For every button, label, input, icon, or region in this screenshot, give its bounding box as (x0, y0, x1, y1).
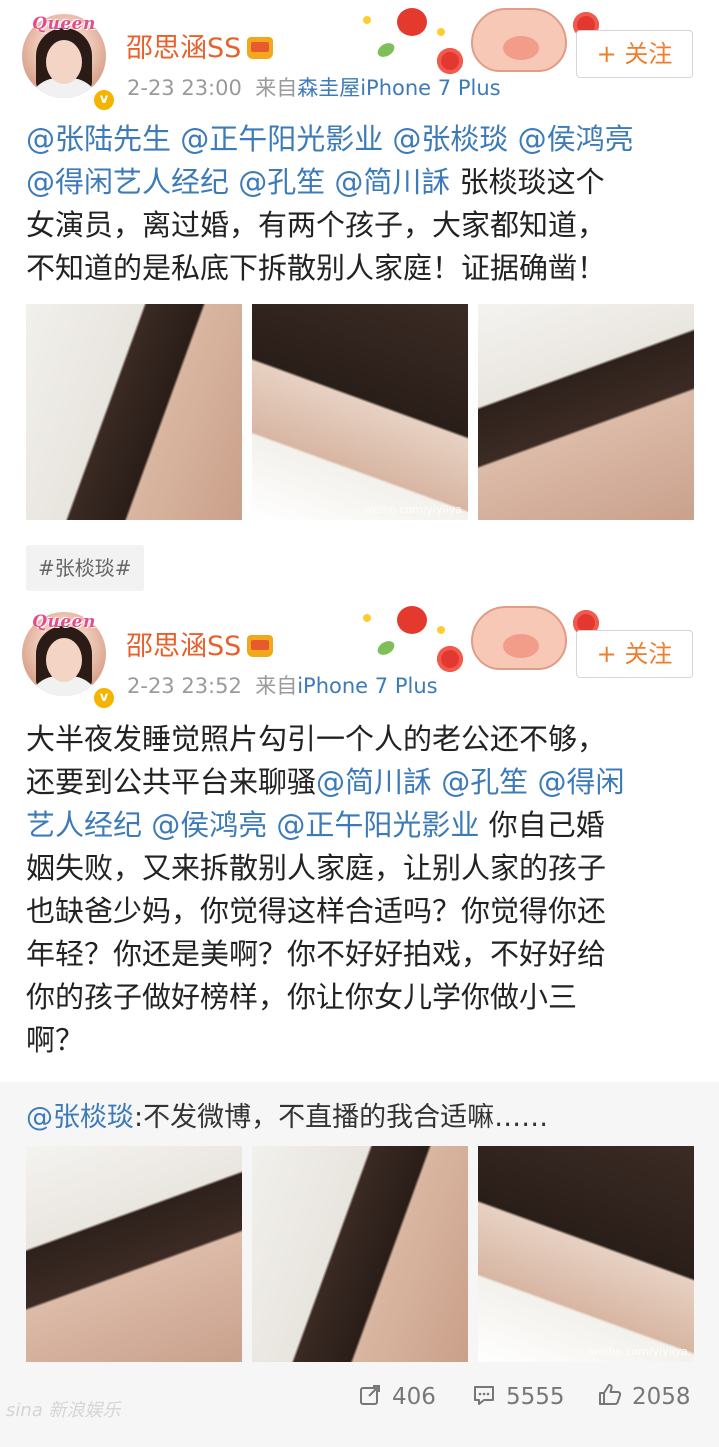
post-text-segment: 女演员，离过婚，有两个孩子，大家都知道， (26, 208, 607, 242)
comment-icon (474, 1386, 494, 1405)
post-text-segment: 年轻？你还是美啊？你不好好拍戏，不好好给 (26, 937, 607, 971)
post-text-segment: 姻失败，又来拆散别人家庭，让别人家的孩子 (26, 851, 607, 885)
photo-thumbnail[interactable] (252, 1146, 468, 1362)
photo-watermark: weibo.com/yiyiiya (363, 503, 462, 516)
repost-icon (360, 1385, 380, 1405)
apple-icon (397, 606, 427, 634)
verified-badge-icon: v (92, 88, 116, 112)
sina-watermark: sina 新浪娱乐 (6, 1400, 121, 1421)
mention-link[interactable]: @得闲艺人经纪 @孔笙 @简川訸 (26, 165, 450, 199)
repost-author[interactable]: @张棪琰 (26, 1102, 134, 1133)
photo-thumbnail[interactable]: weibo.com/yiyiiya (478, 1146, 694, 1362)
post-text-line: 女演员，离过婚，有两个孩子，大家都知道， (26, 204, 698, 247)
post-text-line: @得闲艺人经纪 @孔笙 @简川訸 张棪琰这个 (26, 161, 698, 204)
post-text-line: 年轻？你还是美啊？你不好好拍戏，不好好给 (26, 933, 698, 976)
avatar-queen-text: Queen (32, 14, 96, 34)
post-time: 2-23 23:52 (127, 674, 242, 698)
repost-card[interactable]: @张棪琰:不发微博，不直播的我合适嘛…… weibo.com/yiyiiya s… (0, 1082, 719, 1447)
post-text-segment: 你的孩子做好榜样，你让你女儿学你做小三 (26, 980, 578, 1014)
pig-icon (471, 606, 567, 670)
post-text-line: 姻失败，又来拆散别人家庭，让别人家的孩子 (26, 847, 698, 890)
username-text[interactable]: 邵思涵SS (126, 33, 241, 64)
post-text-line: 大半夜发睡觉照片勾引一个人的老公还不够， (26, 718, 698, 761)
crown-icon (247, 37, 274, 59)
crown-icon (247, 635, 274, 657)
photo-thumbnail[interactable] (26, 1146, 242, 1362)
topic-tag[interactable]: #张棪琰# (26, 545, 144, 591)
flower-icon (437, 48, 463, 74)
follow-button[interactable]: + 关注 (576, 30, 693, 78)
thumbs-up-icon (599, 1384, 622, 1405)
post-text-segment: 大半夜发睡觉照片勾引一个人的老公还不够， (26, 722, 607, 756)
post-text-line: 还要到公共平台来聊骚@简川訸 @孔笙 @得闲 (26, 761, 698, 804)
repost-body: :不发微博，不直播的我合适嘛…… (134, 1102, 549, 1133)
post-time: 2-23 23:00 (127, 76, 242, 100)
mention-link[interactable]: 艺人经纪 @侯鸿亮 @正午阳光影业 (26, 808, 479, 842)
mention-link[interactable]: @张陆先生 @正午阳光影业 @张棪琰 @侯鸿亮 (26, 122, 634, 156)
photo-watermark: weibo.com/yiyiiya (589, 1345, 688, 1358)
photo-grid: weibo.com/yiyiiya (26, 1146, 694, 1362)
post-text-segment: 还要到公共平台来聊骚 (26, 765, 317, 799)
topic-area: #张棪琰# (0, 540, 719, 598)
repost-text: @张棪琰:不发微博，不直播的我合适嘛…… (26, 1098, 548, 1138)
weibo-post-1: Queen v 邵思涵SS 2-23 23:00 来自森圭屋iPhone 7 P… (0, 0, 719, 540)
repost-count: 406 (392, 1384, 436, 1410)
username[interactable]: 邵思涵SS (126, 624, 274, 663)
like-action[interactable]: 2058 (598, 1377, 691, 1417)
photo-thumbnail[interactable] (26, 304, 242, 520)
username[interactable]: 邵思涵SS (126, 26, 274, 65)
username-text[interactable]: 邵思涵SS (126, 631, 241, 662)
follow-button[interactable]: + 关注 (576, 630, 693, 678)
post-text-segment: 也缺爸少妈，你觉得这样合适吗？你觉得你还 (26, 894, 607, 928)
avatar[interactable]: Queen v (22, 612, 116, 710)
post-text-segment: 张棪琰这个 (450, 165, 605, 199)
comment-action[interactable]: 5555 (472, 1377, 565, 1417)
comment-count: 5555 (506, 1384, 565, 1410)
flower-icon (437, 646, 463, 672)
repost-action[interactable]: 406 (358, 1377, 436, 1417)
photo-thumbnail[interactable] (478, 304, 694, 520)
post-text-segment: 不知道的是私底下拆散别人家庭！证据确凿！ (26, 251, 607, 285)
post-text-line: 不知道的是私底下拆散别人家庭！证据确凿！ (26, 247, 698, 290)
leaf-icon (375, 40, 397, 60)
weibo-post-2: Queen v 邵思涵SS 2-23 23:52 来自iPhone 7 Plus… (0, 598, 719, 1447)
post-text: 大半夜发睡觉照片勾引一个人的老公还不够， 还要到公共平台来聊骚@简川訸 @孔笙 @… (26, 718, 698, 1062)
avatar[interactable]: Queen v (22, 14, 116, 112)
post-text-line: 啊？ (26, 1019, 698, 1062)
verified-badge-icon: v (92, 686, 116, 710)
photo-grid: weibo.com/yiyiiya (26, 304, 694, 520)
post-text-segment: 你自己婚 (479, 808, 605, 842)
photo-thumbnail[interactable]: weibo.com/yiyiiya (252, 304, 468, 520)
post-text-line: 你的孩子做好榜样，你让你女儿学你做小三 (26, 976, 698, 1019)
post-text-line: @张陆先生 @正午阳光影业 @张棪琰 @侯鸿亮 (26, 118, 698, 161)
source-prefix: 来自 (255, 674, 298, 698)
like-count: 2058 (632, 1384, 691, 1410)
post-text-segment: 啊？ (26, 1023, 85, 1057)
mention-link[interactable]: @简川訸 @孔笙 @得闲 (316, 765, 624, 799)
avatar-queen-text: Queen (32, 612, 96, 632)
post-text: @张陆先生 @正午阳光影业 @张棪琰 @侯鸿亮 @得闲艺人经纪 @孔笙 @简川訸 … (26, 118, 698, 290)
apple-icon (397, 8, 427, 36)
source-prefix: 来自 (255, 76, 298, 100)
post-text-line: 艺人经纪 @侯鸿亮 @正午阳光影业 你自己婚 (26, 804, 698, 847)
pig-icon (471, 8, 567, 72)
leaf-icon (375, 638, 397, 658)
post-text-line: 也缺爸少妈，你觉得这样合适吗？你觉得你还 (26, 890, 698, 933)
